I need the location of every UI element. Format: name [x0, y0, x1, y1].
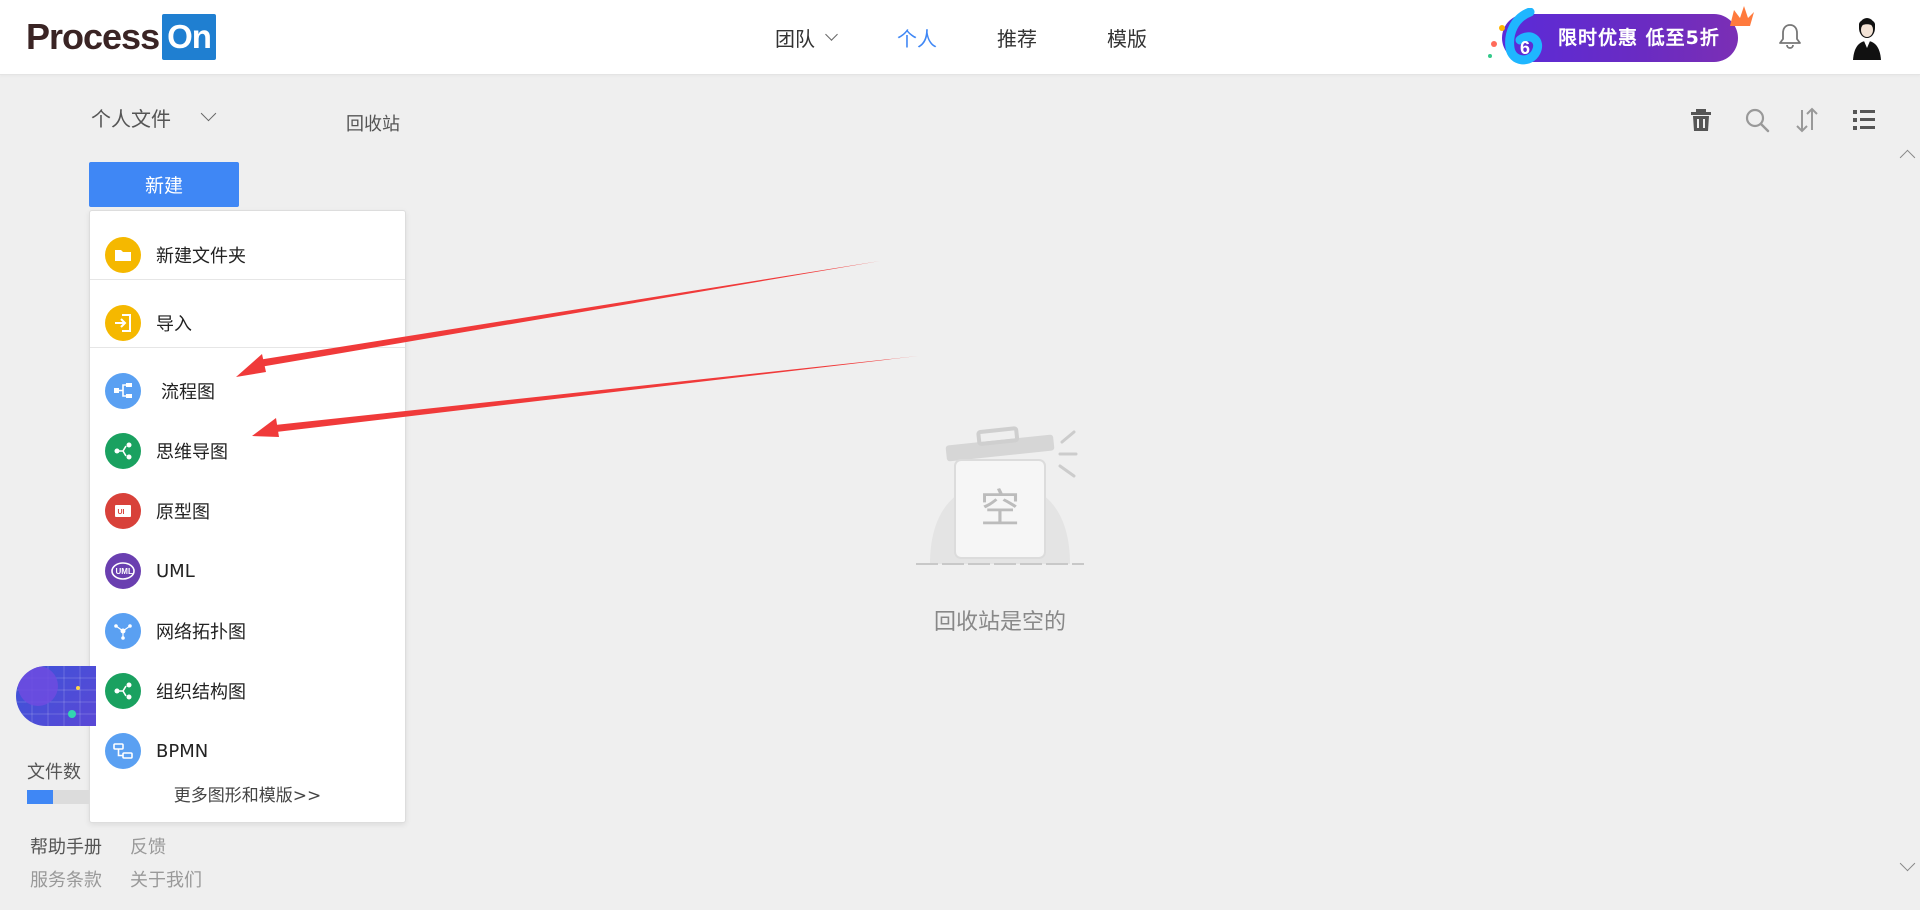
folder-select-label: 个人文件 — [91, 107, 171, 131]
nav-personal[interactable]: 个人 — [897, 23, 997, 52]
promo-banner[interactable]: 限时优惠 低至5折 6 — [1456, 6, 1754, 68]
menu-item-bpmn[interactable]: BPMN — [90, 725, 405, 777]
uml-icon: UML — [105, 553, 141, 589]
promo-six-badge-icon: 6 — [1488, 8, 1542, 65]
more-templates-link[interactable]: 更多图形和模版>> — [90, 781, 405, 806]
menu-item-mindmap[interactable]: 思维导图 — [90, 425, 405, 477]
menu-item-label: 组织结构图 — [156, 682, 246, 703]
recycle-bin-tab[interactable]: 回收站 — [346, 110, 400, 136]
new-dropdown-menu: 新建文件夹 导入 流程图 思维导图 UI 原型图 UML UML 网络拓扑图 组… — [89, 210, 406, 823]
svg-text:UML: UML — [116, 567, 133, 576]
avatar[interactable] — [1850, 14, 1884, 60]
chevron-down-icon — [825, 28, 838, 41]
menu-item-label: 思维导图 — [156, 442, 228, 463]
about-us-link[interactable]: 关于我们 — [130, 866, 202, 892]
menu-item-network[interactable]: 网络拓扑图 — [90, 605, 405, 657]
bell-icon[interactable] — [1777, 22, 1803, 50]
nav-team-label: 团队 — [775, 27, 815, 51]
file-count-progress-bar — [27, 790, 89, 804]
list-view-icon[interactable] — [1850, 106, 1878, 134]
promo-number: 6 — [1520, 38, 1530, 58]
flowchart-icon — [105, 373, 141, 409]
import-icon — [105, 305, 141, 341]
logo-on-text: On — [162, 14, 216, 60]
feedback-link[interactable]: 反馈 — [130, 833, 166, 859]
mindmap-icon — [105, 433, 141, 469]
nav-team[interactable]: 团队 — [775, 23, 897, 52]
svg-text:UI: UI — [118, 509, 125, 516]
menu-item-label: 流程图 — [161, 382, 215, 403]
nav-templates-label: 模版 — [1107, 27, 1147, 51]
logo-process-text: Process — [26, 16, 160, 57]
nav-personal-label: 个人 — [897, 27, 937, 51]
menu-item-prototype[interactable]: UI 原型图 — [90, 485, 405, 537]
nav-recommend-label: 推荐 — [997, 27, 1037, 51]
menu-item-import[interactable]: 导入 — [90, 297, 405, 349]
menu-item-label: 新建文件夹 — [156, 246, 246, 267]
processon-logo[interactable]: Process On — [26, 14, 216, 60]
nav-templates[interactable]: 模版 — [1107, 23, 1147, 52]
sidebar-promo-banner[interactable] — [16, 666, 96, 726]
main-nav: 团队 个人 推荐 模版 — [775, 0, 1147, 75]
help-manual-link[interactable]: 帮助手册 — [30, 833, 102, 859]
menu-item-uml[interactable]: UML UML — [90, 545, 405, 597]
menu-item-label: UML — [156, 560, 195, 582]
new-button[interactable]: 新建 — [89, 162, 239, 207]
scroll-down-icon[interactable] — [1899, 855, 1916, 872]
menu-divider — [90, 279, 405, 280]
empty-badge-char: 空 — [980, 486, 1020, 532]
folder-icon — [105, 237, 141, 273]
trash-icon[interactable] — [1687, 106, 1715, 134]
vertical-scrollbar[interactable] — [1895, 140, 1920, 880]
menu-item-new-folder[interactable]: 新建文件夹 — [90, 229, 405, 281]
crown-icon — [1730, 6, 1754, 26]
menu-item-flowchart[interactable]: 流程图 — [90, 365, 405, 417]
network-icon — [105, 613, 141, 649]
empty-state-message: 回收站是空的 — [933, 610, 1066, 635]
menu-item-label: 原型图 — [156, 502, 210, 523]
menu-item-label: 导入 — [156, 314, 192, 335]
search-icon[interactable] — [1743, 106, 1771, 134]
top-header: Process On 团队 个人 推荐 模版 限时优惠 低至5折 6 — [0, 0, 1920, 75]
menu-item-label: BPMN — [156, 740, 209, 762]
folder-select-dropdown[interactable]: 个人文件 — [91, 103, 217, 132]
chevron-down-icon — [200, 105, 217, 122]
prototype-icon: UI — [105, 493, 141, 529]
menu-item-label: 网络拓扑图 — [156, 622, 246, 643]
menu-item-org-chart[interactable]: 组织结构图 — [90, 665, 405, 717]
org-chart-icon — [105, 673, 141, 709]
sort-icon[interactable] — [1793, 106, 1821, 134]
nav-recommend[interactable]: 推荐 — [997, 23, 1107, 52]
file-count-label: 文件数 — [27, 762, 81, 783]
scroll-up-icon[interactable] — [1899, 149, 1916, 166]
empty-recycle-bin-illustration: 空 — [916, 426, 1084, 565]
grid-banner-icon — [16, 666, 96, 726]
file-count-progress-fill — [27, 790, 54, 804]
promo-text: 限时优惠 低至5折 — [1558, 27, 1720, 49]
menu-divider — [90, 347, 405, 348]
bpmn-icon — [105, 733, 141, 769]
terms-link[interactable]: 服务条款 — [30, 866, 102, 892]
